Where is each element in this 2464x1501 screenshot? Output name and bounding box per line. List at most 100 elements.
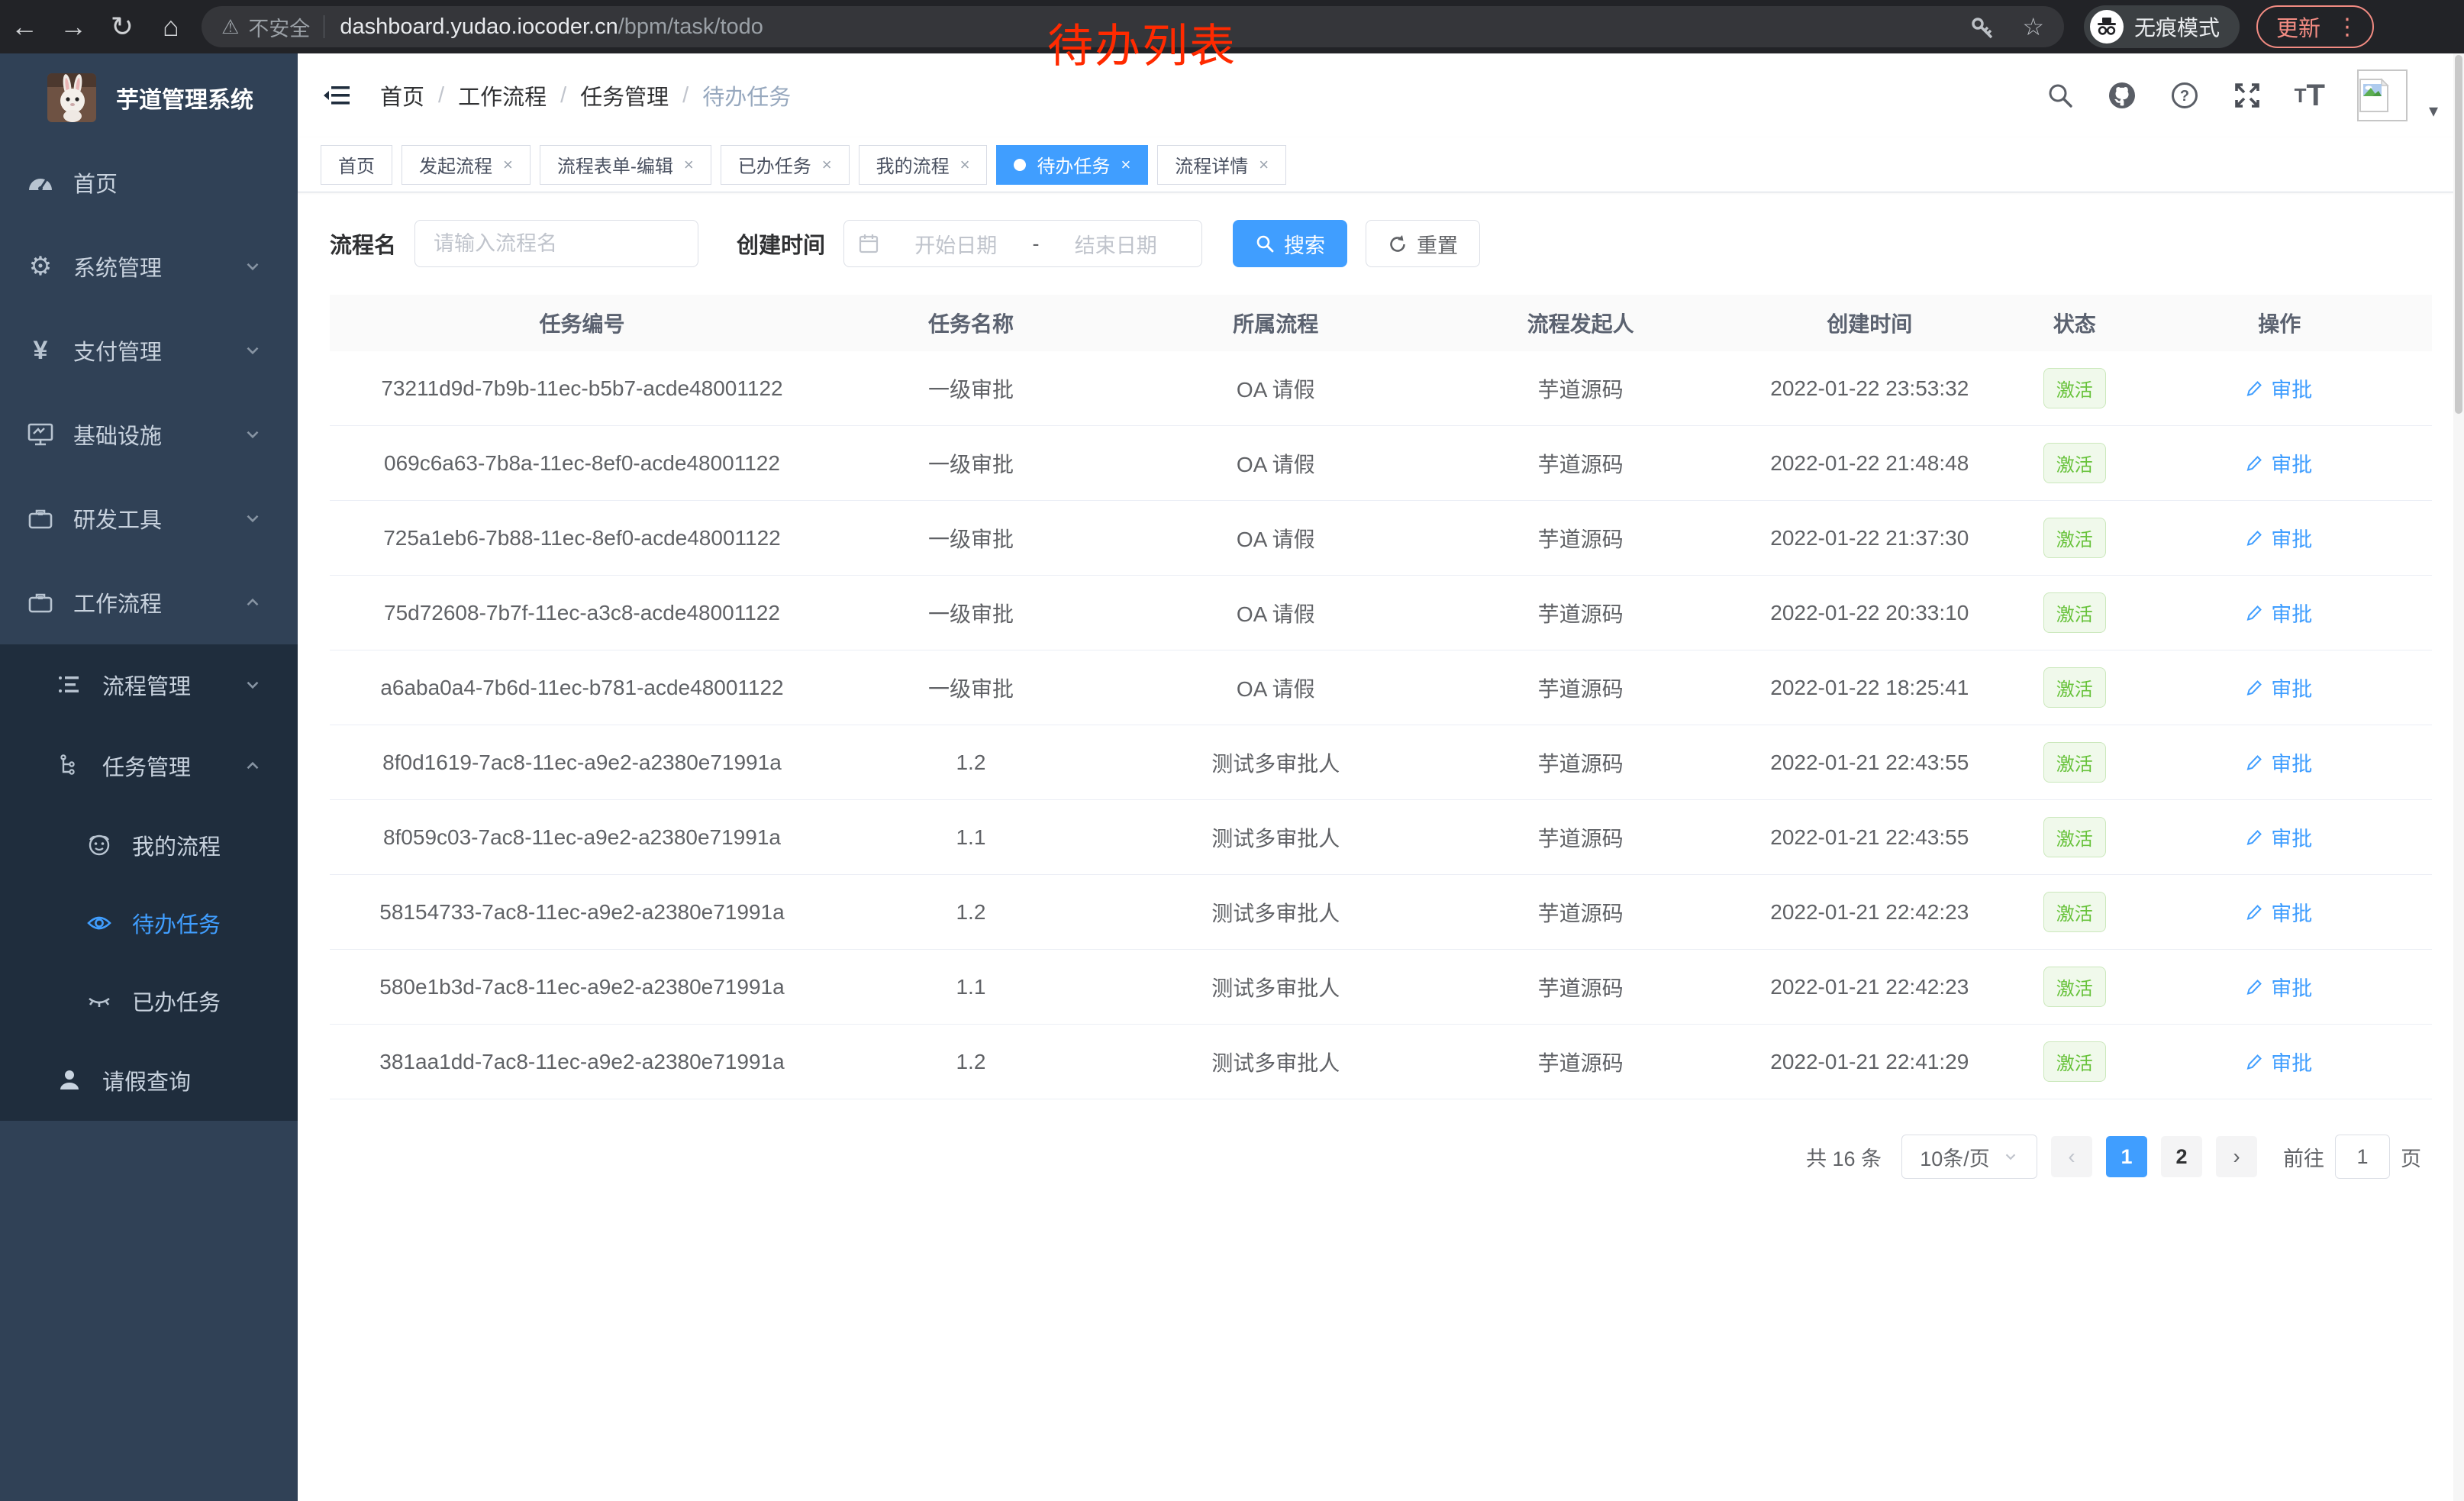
tags-view-bar: 首页 发起流程× 流程表单-编辑× 已办任务× 我的流程× 待办任务× 流程详情… bbox=[298, 137, 2464, 192]
incognito-icon bbox=[2090, 10, 2124, 44]
app-logo-rabbit bbox=[47, 73, 96, 122]
close-icon[interactable]: × bbox=[684, 155, 694, 175]
status-badge: 激活 bbox=[2043, 592, 2106, 633]
security-label[interactable]: 不安全 bbox=[248, 12, 310, 42]
help-icon[interactable]: ? bbox=[2169, 80, 2200, 111]
font-size-icon[interactable]: TT bbox=[2295, 80, 2325, 111]
browser-reload-icon[interactable]: ↻ bbox=[98, 11, 147, 43]
status-badge: 激活 bbox=[2043, 667, 2106, 708]
approve-link[interactable]: 审批 bbox=[2246, 448, 2312, 478]
goto-page-input[interactable] bbox=[2335, 1135, 2390, 1179]
eye-icon bbox=[85, 912, 114, 934]
tree-icon bbox=[55, 754, 84, 778]
breadcrumb-task-management[interactable]: 任务管理 bbox=[580, 79, 669, 111]
table-row: 069c6a63-7b8a-11ec-8ef0-acde48001122 一级审… bbox=[330, 426, 2432, 501]
sidebar-fold-icon[interactable] bbox=[322, 82, 353, 108]
sidebar-item-devtools[interactable]: 研发工具 bbox=[0, 476, 298, 560]
prev-page-button[interactable]: ‹ bbox=[2051, 1136, 2092, 1177]
sidebar-item-done-tasks[interactable]: 已办任务 bbox=[0, 962, 298, 1040]
tab-start-process[interactable]: 发起流程× bbox=[402, 145, 531, 185]
browser-forward-icon[interactable]: → bbox=[49, 11, 98, 43]
page-button-1[interactable]: 1 bbox=[2106, 1136, 2147, 1177]
table-row: 381aa1dd-7ac8-11ec-a9e2-a2380e71991a 1.2… bbox=[330, 1025, 2432, 1099]
sidebar-item-task-management[interactable]: 任务管理 bbox=[0, 725, 298, 806]
person-icon bbox=[55, 1068, 84, 1093]
approve-link[interactable]: 审批 bbox=[2246, 897, 2312, 927]
pagination: 共 16 条 10条/页 ‹ 1 2 › 前往 页 bbox=[298, 1135, 2421, 1179]
sidebar-item-my-process[interactable]: 我的流程 bbox=[0, 806, 298, 884]
approve-link[interactable]: 审批 bbox=[2246, 972, 2312, 1002]
scrollbar-thumb[interactable] bbox=[2455, 55, 2462, 414]
bookmark-star-icon[interactable]: ☆ bbox=[2022, 12, 2044, 41]
close-icon[interactable]: × bbox=[1259, 155, 1269, 175]
process-name-input[interactable] bbox=[414, 220, 698, 267]
warning-icon: ⚠ bbox=[221, 15, 239, 39]
tab-process-detail[interactable]: 流程详情× bbox=[1157, 145, 1286, 185]
tab-my-process[interactable]: 我的流程× bbox=[859, 145, 988, 185]
sidebar-item-infrastructure[interactable]: 基础设施 bbox=[0, 392, 298, 476]
page-button-2[interactable]: 2 bbox=[2161, 1136, 2202, 1177]
next-page-button[interactable]: › bbox=[2216, 1136, 2257, 1177]
status-badge: 激活 bbox=[2043, 1041, 2106, 1082]
table-row: 580e1b3d-7ac8-11ec-a9e2-a2380e71991a 1.1… bbox=[330, 950, 2432, 1025]
reset-button[interactable]: 重置 bbox=[1366, 220, 1480, 267]
github-icon[interactable] bbox=[2107, 80, 2137, 111]
close-icon[interactable]: × bbox=[822, 155, 832, 175]
status-badge: 激活 bbox=[2043, 368, 2106, 408]
sidebar-item-leave-query[interactable]: 请假查询 bbox=[0, 1040, 298, 1121]
approve-link[interactable]: 审批 bbox=[2246, 523, 2312, 553]
gear-icon: ⚙ bbox=[26, 251, 55, 282]
page-size-select[interactable]: 10条/页 bbox=[1901, 1135, 2037, 1179]
status-badge: 激活 bbox=[2043, 967, 2106, 1007]
browser-menu-icon[interactable]: ⋮ bbox=[2336, 14, 2359, 40]
password-key-icon[interactable] bbox=[1970, 14, 1996, 40]
tab-home[interactable]: 首页 bbox=[321, 145, 392, 185]
tab-done-tasks[interactable]: 已办任务× bbox=[721, 145, 850, 185]
briefcase-icon bbox=[26, 506, 55, 531]
date-range-picker[interactable]: 开始日期 - 结束日期 bbox=[843, 220, 1202, 267]
browser-home-icon[interactable]: ⌂ bbox=[147, 11, 195, 43]
approve-link[interactable]: 审批 bbox=[2246, 373, 2312, 403]
close-icon[interactable]: × bbox=[1121, 155, 1130, 175]
browser-update-button[interactable]: 更新 ⋮ bbox=[2256, 5, 2374, 48]
approve-link[interactable]: 审批 bbox=[2246, 673, 2312, 702]
monitor-icon bbox=[26, 422, 55, 447]
app-logo-row[interactable]: 芋道管理系统 bbox=[0, 53, 298, 140]
end-date-placeholder[interactable]: 结束日期 bbox=[1044, 229, 1188, 259]
approve-link[interactable]: 审批 bbox=[2246, 747, 2312, 777]
search-button[interactable]: 搜索 bbox=[1233, 220, 1347, 267]
page-scrollbar[interactable] bbox=[2453, 53, 2464, 1501]
create-time-label: 创建时间 bbox=[737, 228, 825, 260]
calendar-icon bbox=[858, 233, 879, 254]
status-badge: 激活 bbox=[2043, 518, 2106, 558]
approve-link[interactable]: 审批 bbox=[2246, 598, 2312, 628]
briefcase-icon bbox=[26, 590, 55, 615]
active-dot bbox=[1014, 159, 1026, 171]
breadcrumb-home[interactable]: 首页 bbox=[380, 79, 424, 111]
tab-process-form-edit[interactable]: 流程表单-编辑× bbox=[540, 145, 711, 185]
avatar[interactable] bbox=[2357, 69, 2408, 121]
tab-todo-tasks[interactable]: 待办任务× bbox=[996, 145, 1148, 185]
sidebar-item-system[interactable]: ⚙ 系统管理 bbox=[0, 224, 298, 308]
search-icon[interactable] bbox=[2046, 81, 2075, 110]
sidebar-item-workflow[interactable]: 工作流程 bbox=[0, 560, 298, 644]
chevron-down-icon bbox=[243, 675, 263, 695]
chevron-down-icon bbox=[243, 341, 263, 360]
sidebar-item-todo-tasks[interactable]: 待办任务 bbox=[0, 884, 298, 962]
tasks-table: 任务编号 任务名称 所属流程 流程发起人 创建时间 状态 操作 73211d9d… bbox=[330, 295, 2432, 1099]
sidebar-item-home[interactable]: 首页 bbox=[0, 140, 298, 224]
fullscreen-icon[interactable] bbox=[2232, 80, 2262, 111]
close-icon[interactable]: × bbox=[960, 155, 970, 175]
approve-link[interactable]: 审批 bbox=[2246, 822, 2312, 852]
start-date-placeholder[interactable]: 开始日期 bbox=[884, 229, 1028, 259]
avatar-caret-icon[interactable]: ▾ bbox=[2429, 100, 2438, 122]
table-row: 725a1eb6-7b88-11ec-8ef0-acde48001122 一级审… bbox=[330, 501, 2432, 576]
sidebar-item-payment[interactable]: ¥ 支付管理 bbox=[0, 308, 298, 392]
browser-back-icon[interactable]: ← bbox=[0, 11, 49, 43]
sidebar-item-process-management[interactable]: 流程管理 bbox=[0, 644, 298, 725]
approve-link[interactable]: 审批 bbox=[2246, 1047, 2312, 1077]
close-icon[interactable]: × bbox=[503, 155, 513, 175]
table-row: a6aba0a4-7b6d-11ec-b781-acde48001122 一级审… bbox=[330, 650, 2432, 725]
breadcrumb-workflow[interactable]: 工作流程 bbox=[458, 79, 547, 111]
table-row: 75d72608-7b7f-11ec-a3c8-acde48001122 一级审… bbox=[330, 576, 2432, 650]
